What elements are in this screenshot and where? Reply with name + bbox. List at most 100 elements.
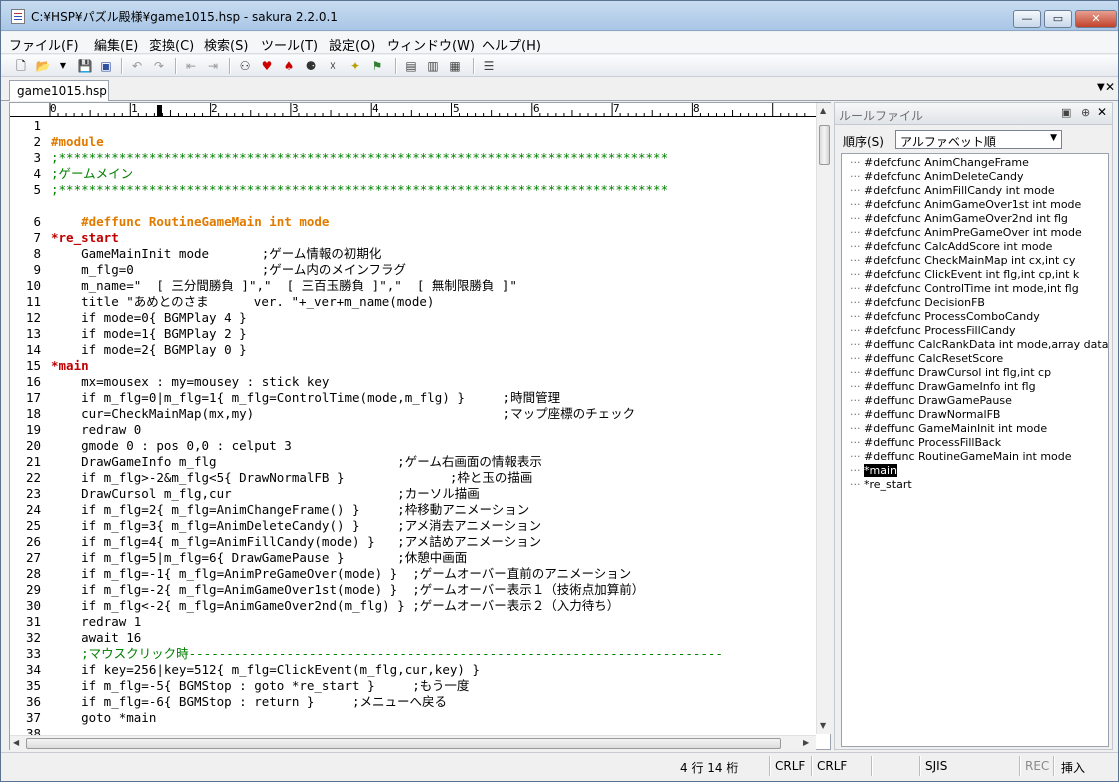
rule-item[interactable]: ··· #deffunc DrawNormalFB (850, 408, 1000, 422)
rule-item[interactable]: ··· *re_start (850, 478, 912, 492)
scroll-down-icon[interactable]: ▼ (820, 721, 826, 730)
rule-item[interactable]: ··· #defcfunc DecisionFB (850, 296, 985, 310)
code-text[interactable]: if mode=0{ BGMPlay 4 } (51, 310, 247, 326)
code-text[interactable]: goto *main (51, 710, 156, 726)
insert-mode-indicator[interactable]: 挿入 (1061, 759, 1085, 776)
code-text[interactable]: gmode 0 : pos 0,0 : celput 3 (51, 438, 292, 454)
rule-pane-menu-icon[interactable]: ▣ (1061, 106, 1071, 119)
code-text[interactable]: if m_flg>-2&m_flg<5{ DrawNormalFB } ;枠と玉… (51, 470, 532, 486)
code-text[interactable]: if m_flg=-2{ m_flg=AnimGameOver1st(mode)… (51, 582, 644, 598)
rule-item[interactable]: ··· #deffunc DrawGameInfo int flg (850, 380, 1036, 394)
code-text[interactable]: m_name=" [ 三分間勝負 ]"," [ 三百玉勝負 ]"," [ 無制限… (51, 278, 517, 294)
rule-item[interactable]: ··· #defcfunc AnimChangeFrame (850, 156, 1029, 170)
code-text[interactable]: if key=256|key=512{ m_flg=ClickEvent(m_f… (51, 662, 480, 678)
minimize-button[interactable]: — (1013, 10, 1041, 28)
rule-item[interactable]: ··· #deffunc CalcResetScore (850, 352, 1003, 366)
code-text[interactable]: *re_start (51, 230, 119, 246)
charset-indicator[interactable]: SJIS (925, 759, 947, 773)
compare-icon[interactable]: ▤ (403, 58, 419, 74)
rule-item[interactable]: ··· #deffunc CalcRankData int mode,array… (850, 338, 1108, 352)
vertical-scrollbar[interactable]: ▲ ▼ (816, 103, 831, 734)
code-text[interactable]: cur=CheckMainMap(mx,my) ;マップ座標のチェック (51, 406, 635, 422)
code-text[interactable]: await 16 (51, 630, 141, 646)
code-text[interactable]: if m_flg=-1{ m_flg=AnimPreGameOver(mode)… (51, 566, 631, 582)
code-text[interactable]: if m_flg=2{ m_flg=AnimChangeFrame() } ;枠… (51, 502, 529, 518)
code-text[interactable]: #deffunc RoutineGameMain int mode (51, 214, 329, 230)
rule-item[interactable]: ··· #deffunc GameMainInit int mode (850, 422, 1047, 436)
rule-item[interactable]: ··· #defcfunc AnimPreGameOver int mode (850, 226, 1082, 240)
code-text[interactable]: if m_flg<-2{ m_flg=AnimGameOver2nd(m_flg… (51, 598, 619, 614)
close-button[interactable]: ✕ (1075, 10, 1117, 28)
menu-help[interactable]: ヘルプ(H) (482, 35, 541, 54)
rule-item[interactable]: ··· #defcfunc AnimDeleteCandy (850, 170, 1024, 184)
rule-item[interactable]: ··· #defcfunc ProcessFillCandy (850, 324, 1016, 338)
editor-pane[interactable]: 0 1 2 3 4 5 6 7 8 1 2 #module 3 ;***********… (9, 102, 831, 750)
scroll-left-icon[interactable]: ◀ (13, 738, 19, 747)
settings-icon[interactable]: ☰ (481, 58, 497, 74)
code-area[interactable]: 1 2 #module 3 ;*****************************… (10, 118, 816, 736)
rule-item[interactable]: ··· #defcfunc ClickEvent int flg,int cp,… (850, 268, 1079, 282)
sort-select[interactable]: アルファベット順 ▼ (895, 130, 1062, 149)
search-next-icon[interactable]: ♥ (259, 58, 275, 74)
rule-pane-pin-icon[interactable]: ⊕ (1081, 106, 1090, 119)
title-bar[interactable]: C:¥HSP¥パズル殿様¥game1015.hsp - sakura 2.2.0… (1, 1, 1118, 31)
rule-item[interactable]: ··· #deffunc ProcessFillBack (850, 436, 1001, 450)
rule-item[interactable]: ··· #deffunc RoutineGameMain int mode (850, 450, 1072, 464)
forward-icon[interactable]: ⇥ (205, 58, 221, 74)
code-text[interactable]: if m_flg=0|m_flg=1{ m_flg=ControlTime(mo… (51, 390, 560, 406)
rule-item[interactable]: ··· #deffunc DrawCursol int flg,int cp (850, 366, 1051, 380)
save-icon[interactable]: 💾 (77, 58, 93, 74)
vertical-scroll-thumb[interactable] (819, 125, 830, 165)
code-text[interactable]: DrawCursol m_flg,cur ;カーソル描画 (51, 486, 480, 502)
tab-game1015[interactable]: game1015.hsp (9, 80, 109, 101)
rule-item[interactable]: ··· #defcfunc AnimGameOver1st int mode (850, 198, 1081, 212)
back-icon[interactable]: ⇤ (183, 58, 199, 74)
code-text[interactable]: ;***************************************… (51, 182, 668, 198)
code-text[interactable]: #module (51, 134, 104, 150)
app-icon[interactable] (11, 9, 25, 24)
rule-item[interactable]: ··· *main (850, 464, 897, 478)
menu-file[interactable]: ファイル(F) (9, 35, 79, 54)
code-text[interactable]: ;マウスクリック時-------------------------------… (51, 646, 723, 662)
menu-edit[interactable]: 編集(E) (94, 35, 138, 54)
replace-icon[interactable]: ⚈ (303, 58, 319, 74)
tab-close-icon[interactable]: ✕ (1105, 80, 1115, 94)
macro-icon[interactable]: ▦ (447, 58, 463, 74)
code-text[interactable]: if m_flg=-6{ BGMStop : return } ;メニューへ戻る (51, 694, 447, 710)
rule-pane-close-icon[interactable]: ✕ (1097, 105, 1107, 119)
undo-icon[interactable]: ↶ (129, 58, 145, 74)
rule-item[interactable]: ··· #defcfunc CheckMainMap int cx,int cy (850, 254, 1075, 268)
code-text[interactable]: ;ゲームメイン (51, 166, 133, 182)
menu-settings[interactable]: 設定(O) (329, 35, 375, 54)
code-text[interactable]: title "あめとのさま ver. "+_ver+m_name(mode) (51, 294, 434, 310)
code-text[interactable]: if m_flg=3{ m_flg=AnimDeleteCandy() } ;ア… (51, 518, 541, 534)
menu-window[interactable]: ウィンドウ(W) (387, 35, 475, 54)
menu-search[interactable]: 検索(S) (204, 35, 248, 54)
outline-icon[interactable]: ▥ (425, 58, 441, 74)
code-text[interactable]: GameMainInit mode ;ゲーム情報の初期化 (51, 246, 381, 262)
scroll-up-icon[interactable]: ▲ (820, 106, 826, 115)
horizontal-scrollbar[interactable]: ◀ ▶ (10, 735, 816, 750)
grep-icon[interactable]: ✦ (347, 58, 363, 74)
maximize-button[interactable]: ▭ (1044, 10, 1072, 28)
code-text[interactable]: if m_flg=4{ m_flg=AnimFillCandy(mode) } … (51, 534, 541, 550)
save-all-icon[interactable]: ▣ (98, 58, 114, 74)
rule-item[interactable]: ··· #defcfunc AnimFillCandy int mode (850, 184, 1055, 198)
menu-tools[interactable]: ツール(T) (261, 35, 318, 54)
eol-indicator-2[interactable]: CRLF (817, 759, 847, 773)
tab-list-arrow-icon[interactable]: ▼ (1097, 82, 1105, 93)
code-text[interactable]: if m_flg=-5{ BGMStop : goto *re_start } … (51, 678, 469, 694)
rule-item[interactable]: ··· #deffunc DrawGamePause (850, 394, 1012, 408)
open-file-icon[interactable]: 📂 (35, 58, 51, 74)
redo-icon[interactable]: ↷ (151, 58, 167, 74)
code-text[interactable]: mx=mousex : my=mousey : stick key (51, 374, 329, 390)
new-file-icon[interactable]: 🗋 (13, 58, 29, 74)
scroll-right-icon[interactable]: ▶ (803, 738, 809, 747)
eol-indicator-1[interactable]: CRLF (775, 759, 805, 773)
code-text[interactable]: redraw 0 (51, 422, 141, 438)
rule-item[interactable]: ··· #defcfunc ControlTime int mode,int f… (850, 282, 1079, 296)
code-text[interactable]: if mode=1{ BGMPlay 2 } (51, 326, 247, 342)
mark-icon[interactable]: ☓ (325, 58, 341, 74)
code-text[interactable]: DrawGameInfo m_flg ;ゲーム右画面の情報表示 (51, 454, 542, 470)
jump-icon[interactable]: ⚑ (369, 58, 385, 74)
